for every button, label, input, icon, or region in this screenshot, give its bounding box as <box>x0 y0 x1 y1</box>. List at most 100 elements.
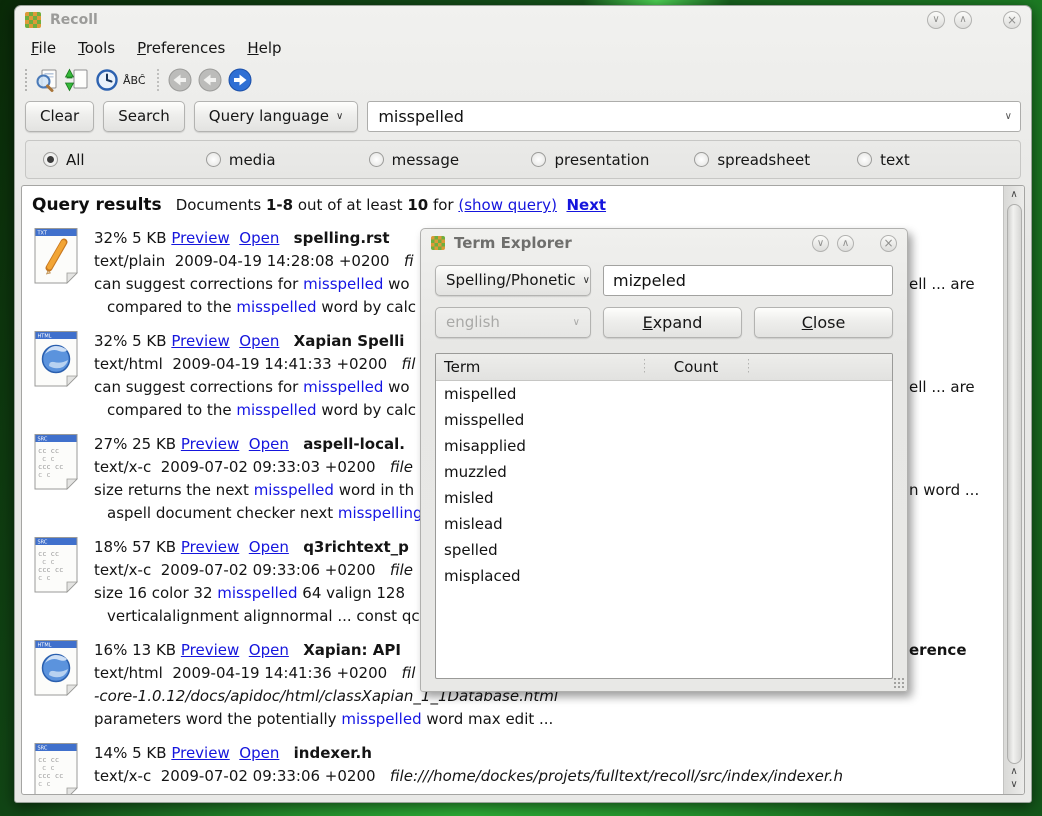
term-cell[interactable]: misspelled <box>436 407 644 433</box>
svg-text:c c: c c <box>42 455 55 463</box>
radio-label: presentation <box>554 151 649 169</box>
minimize-button[interactable]: ∨ <box>927 11 945 29</box>
result-link[interactable]: Preview <box>181 435 239 453</box>
result-text-fragment: ell ... are <box>909 376 975 399</box>
dialog-close-button[interactable]: × <box>880 235 897 252</box>
term-row[interactable]: misapplied <box>436 433 892 459</box>
menu-bar: File Tools Preferences Help <box>15 33 1031 62</box>
filter-radio-message[interactable]: message <box>369 151 532 169</box>
result-link[interactable]: Preview <box>171 332 229 350</box>
column-divider[interactable] <box>748 359 749 375</box>
menu-help[interactable]: Help <box>237 36 291 60</box>
scroll-up-icon[interactable]: ∧ <box>1010 188 1017 202</box>
term-cell[interactable]: spelled <box>436 537 644 563</box>
term-explorer-spell-icon[interactable]: ÅBĈ <box>122 65 152 95</box>
filter-radio-media[interactable]: media <box>206 151 369 169</box>
result-link[interactable]: Open <box>249 435 289 453</box>
advanced-search-icon[interactable] <box>32 65 62 95</box>
result-link[interactable]: Preview <box>181 641 239 659</box>
column-header-count[interactable]: Count <box>644 358 748 376</box>
tool-bar: ÅBĈ <box>15 62 1031 98</box>
radio-icon[interactable] <box>206 152 221 167</box>
result-text-fragment: ell ... are <box>909 273 975 296</box>
result-link[interactable]: Preview <box>181 538 239 556</box>
term-cell[interactable]: misplaced <box>436 563 644 589</box>
column-divider[interactable] <box>644 359 645 375</box>
radio-icon[interactable] <box>857 152 872 167</box>
chevron-down-icon[interactable]: ∨ <box>1005 111 1012 122</box>
term-cell[interactable]: mispelled <box>436 381 644 407</box>
svg-text:SRC: SRC <box>38 746 48 752</box>
query-language-dropdown[interactable]: Query language ∨ <box>194 101 359 132</box>
filter-radio-presentation[interactable]: presentation <box>531 151 694 169</box>
scroll-down-icon[interactable]: ∨ <box>1010 779 1017 792</box>
dialog-title-bar[interactable]: Term Explorer ∨ ∧ × <box>421 229 907 257</box>
language-dropdown: english ∨ <box>435 307 591 338</box>
radio-icon[interactable] <box>43 152 58 167</box>
term-row[interactable]: mislead <box>436 511 892 537</box>
term-cell[interactable]: muzzled <box>436 459 644 485</box>
show-query-link[interactable]: (show query) <box>458 196 557 214</box>
close-button[interactable]: × <box>1003 11 1021 29</box>
term-row[interactable]: misplaced <box>436 563 892 589</box>
document-history-icon[interactable] <box>92 65 122 95</box>
results-header: Query results Documents 1-8 out of at le… <box>32 195 1003 215</box>
result-link[interactable]: Open <box>239 229 279 247</box>
scrollbar-thumb[interactable] <box>1007 204 1022 764</box>
filter-radio-all[interactable]: All <box>43 151 206 169</box>
term-cell[interactable]: misapplied <box>436 433 644 459</box>
term-row[interactable]: mispelled <box>436 381 892 407</box>
resize-grip[interactable] <box>893 677 904 688</box>
menu-tools[interactable]: Tools <box>68 36 125 60</box>
result-item: SRCcc ccc cccc ccc c14% 5 KB Preview Ope… <box>32 742 1003 794</box>
radio-icon[interactable] <box>531 152 546 167</box>
dialog-maximize-button[interactable]: ∧ <box>837 235 854 252</box>
sort-parameters-icon[interactable] <box>62 65 92 95</box>
dialog-close-action-button[interactable]: Close <box>754 307 893 338</box>
scroll-up-icon[interactable]: ∧ <box>1010 766 1017 779</box>
result-link[interactable]: Open <box>239 332 279 350</box>
result-link[interactable]: Open <box>249 538 289 556</box>
result-link[interactable]: Preview <box>171 744 229 762</box>
term-cell[interactable]: misled <box>436 485 644 511</box>
svg-text:c c: c c <box>38 780 51 788</box>
clear-button[interactable]: Clear <box>25 101 94 132</box>
column-header-term[interactable]: Term <box>436 358 644 376</box>
term-row[interactable]: spelled <box>436 537 892 563</box>
result-link[interactable]: Open <box>249 641 289 659</box>
next-page-icon[interactable] <box>225 65 255 95</box>
result-link[interactable]: Open <box>239 744 279 762</box>
search-button[interactable]: Search <box>103 101 185 132</box>
result-link[interactable]: Preview <box>171 229 229 247</box>
term-input[interactable]: mizpeled <box>603 265 893 296</box>
toolbar-handle[interactable] <box>24 68 29 92</box>
count-cell <box>644 381 748 407</box>
term-row[interactable]: misspelled <box>436 407 892 433</box>
search-input[interactable]: misspelled ∨ <box>367 101 1021 132</box>
first-page-icon <box>165 65 195 95</box>
filter-radio-text[interactable]: text <box>857 151 1020 169</box>
term-cell[interactable]: mislead <box>436 511 644 537</box>
term-row[interactable]: muzzled <box>436 459 892 485</box>
radio-label: All <box>66 151 85 169</box>
dialog-minimize-button[interactable]: ∨ <box>812 235 829 252</box>
radio-icon[interactable] <box>694 152 709 167</box>
term-row[interactable]: misled <box>436 485 892 511</box>
radio-icon[interactable] <box>369 152 384 167</box>
expand-button[interactable]: Expand <box>603 307 742 338</box>
expansion-mode-dropdown[interactable]: Spelling/Phonetic ∨ <box>435 265 591 296</box>
txt-file-icon: TXT <box>32 227 80 319</box>
maximize-button[interactable]: ∧ <box>954 11 972 29</box>
radio-label: media <box>229 151 276 169</box>
search-input-value: misspelled <box>378 107 464 126</box>
title-bar[interactable]: Recoll ∨ ∧ × <box>15 6 1031 33</box>
chevron-down-icon: ∨ <box>573 308 580 337</box>
filter-radio-spreadsheet[interactable]: spreadsheet <box>694 151 857 169</box>
menu-preferences[interactable]: Preferences <box>127 36 235 60</box>
result-line: 14% 5 KB Preview Open indexer.h <box>94 742 1003 765</box>
search-row: Clear Search Query language ∨ misspelled… <box>15 98 1031 140</box>
menu-file[interactable]: File <box>21 36 66 60</box>
term-table-header[interactable]: Term Count <box>436 354 892 381</box>
vertical-scrollbar[interactable]: ∧ ∧ ∨ <box>1003 186 1024 794</box>
next-page-link[interactable]: Next <box>566 196 606 214</box>
